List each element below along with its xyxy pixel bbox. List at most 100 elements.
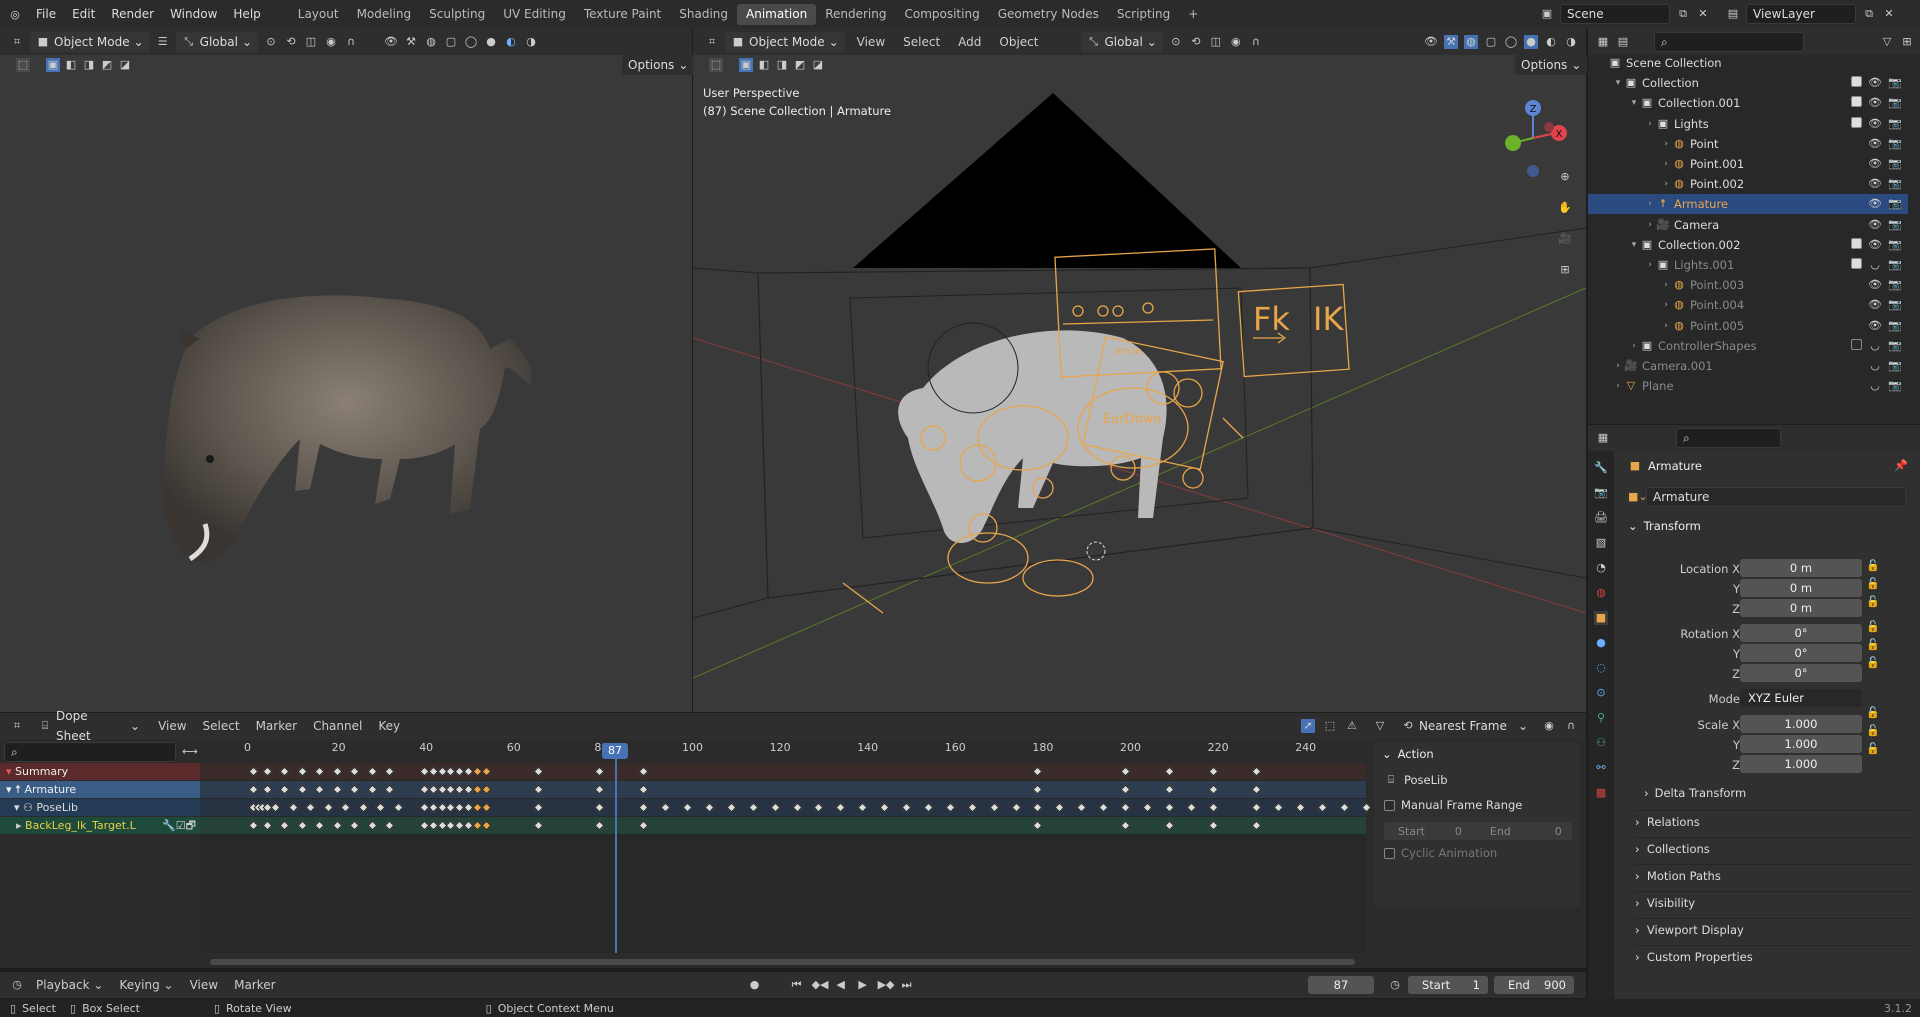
menu-view[interactable]: View [851, 35, 891, 49]
disclosure-icon[interactable]: › [1660, 139, 1672, 149]
outliner-row-armature[interactable]: › ☨ Armature 👁 📷 [1588, 194, 1908, 215]
keyframe-marker[interactable] [682, 802, 693, 813]
proportional-edit-icon[interactable]: ◉ [324, 35, 338, 49]
keyframe-marker[interactable] [1295, 802, 1306, 813]
lock-icon[interactable]: 🔓 [1866, 595, 1880, 609]
play-icon[interactable]: ▶ [856, 978, 870, 992]
keyframe-marker[interactable] [1273, 802, 1284, 813]
keyframe-marker[interactable] [297, 820, 307, 831]
lock-icon[interactable]: 🔓 [1866, 559, 1880, 573]
outliner-row-camera[interactable]: › 🎥 Camera 👁 📷 [1588, 215, 1908, 235]
xray-icon[interactable]: ▢ [1484, 35, 1498, 49]
lock-icon[interactable]: 🔓 [1866, 706, 1880, 720]
keyframe-marker[interactable] [481, 802, 491, 813]
menu-playback[interactable]: Playback ⌄ [32, 978, 107, 992]
disclosure-icon[interactable]: › [1612, 361, 1624, 371]
tab-compositing[interactable]: Compositing [895, 4, 988, 25]
outliner-row-camera-001[interactable]: › 🎥 Camera.001 ◡ 📷 [1588, 356, 1908, 376]
disclosure-icon[interactable]: › [1660, 300, 1672, 310]
keyframe-marker[interactable] [1164, 784, 1175, 795]
exclude-checkbox[interactable] [1851, 76, 1862, 88]
keyframe-marker[interactable] [314, 766, 325, 777]
lock-icon[interactable]: 🔓 [1866, 656, 1880, 670]
keyframe-marker[interactable] [1142, 802, 1153, 813]
start-frame-field[interactable]: Start 1 [1408, 976, 1488, 994]
scene-tab-icon[interactable]: ◔ [1594, 561, 1608, 575]
view-layer-icon[interactable]: ▤ [1726, 7, 1740, 21]
end-frame-field[interactable]: End 900 [1494, 976, 1574, 994]
hamburger-menu-icon[interactable]: ☰ [156, 35, 170, 49]
falloff-icon[interactable]: ∩ [344, 35, 358, 49]
visibility-eye-icon[interactable]: ◡ [1868, 339, 1882, 353]
exclude-checkbox[interactable] [1851, 338, 1862, 350]
tab-animation[interactable]: Animation [737, 4, 817, 25]
keyframe-marker[interactable] [349, 766, 360, 777]
menu-file[interactable]: File [28, 0, 64, 29]
solid-shading-icon[interactable]: ● [1524, 35, 1538, 49]
keyframe-marker[interactable] [1164, 802, 1175, 813]
keyframe-marker[interactable] [393, 802, 404, 813]
rotation-y-field[interactable]: 0° [1740, 644, 1862, 662]
keyframe-marker[interactable] [967, 802, 978, 813]
location-x-field[interactable]: 0 m [1740, 559, 1862, 577]
keyframe-marker[interactable] [1251, 784, 1262, 795]
visibility-eye-icon[interactable]: 👁 [1868, 278, 1882, 292]
keyframe-marker[interactable] [1098, 802, 1109, 813]
lock-icon[interactable]: 🔓 [1866, 742, 1880, 756]
editor-type-icon[interactable]: ▦ [1596, 35, 1610, 49]
menu-select[interactable]: Select [199, 719, 244, 733]
keyframe-marker[interactable] [270, 802, 281, 813]
snap-target-icon[interactable]: ◫ [1209, 35, 1223, 49]
render-camera-icon[interactable]: 📷 [1888, 96, 1902, 110]
proportional-edit-icon[interactable]: ◉ [1229, 35, 1243, 49]
keyframe-marker[interactable] [857, 802, 868, 813]
visibility-icon[interactable]: 👁 [384, 35, 398, 49]
tool-tab-icon[interactable]: 🔧 [1594, 461, 1608, 475]
keyframe-marker[interactable] [989, 802, 1000, 813]
outliner-row-point-004[interactable]: › ◍ Point.004 👁 📷 [1588, 295, 1908, 315]
visibility-eye-icon[interactable]: 👁 [1868, 319, 1882, 333]
channel-armature[interactable]: ▾ ☨ Armature [0, 781, 200, 798]
keyframe-marker[interactable] [332, 766, 343, 777]
proportional-edit-icon[interactable]: ◉ [1542, 719, 1556, 733]
blender-logo-icon[interactable]: ◎ [8, 8, 22, 22]
keyframe-marker[interactable] [770, 802, 781, 813]
object-name-field[interactable]: Armature [1646, 487, 1906, 507]
keyframe-marker[interactable] [349, 820, 360, 831]
keyframe-marker[interactable] [1208, 820, 1219, 831]
render-camera-icon[interactable]: 📷 [1888, 319, 1902, 333]
keyframe-marker[interactable] [533, 802, 544, 813]
lock-icon[interactable]: 🔓 [1866, 638, 1880, 652]
material-shading-icon[interactable]: ◐ [504, 35, 518, 49]
disclosure-icon[interactable]: › [1644, 199, 1656, 209]
channel-poselib[interactable]: ▾ ⚇ PoseLib [0, 799, 200, 816]
section-visibility[interactable]: › Visibility [1635, 891, 1915, 913]
keyframe-marker[interactable] [1317, 802, 1328, 813]
physics-tab-icon[interactable]: ⊙ [1594, 686, 1608, 700]
select-tool-icon[interactable]: ⬚ [16, 58, 30, 72]
disclosure-icon[interactable]: › [1628, 341, 1640, 351]
exclude-checkbox[interactable] [1851, 258, 1862, 269]
menu-marker[interactable]: Marker [230, 978, 279, 992]
visibility-eye-icon[interactable]: 👁 [1868, 177, 1882, 191]
object-data-icon[interactable]: ■⌄ [1628, 490, 1648, 504]
disclosure-icon[interactable]: ▾ [1628, 240, 1640, 250]
visibility-eye-icon[interactable]: ◡ [1868, 359, 1882, 373]
keyframe-marker[interactable] [594, 766, 605, 777]
cyclic-checkbox[interactable]: Cyclic Animation [1384, 846, 1497, 860]
render-tab-icon[interactable]: 📷 [1594, 486, 1608, 500]
outliner-search-input[interactable]: ⌕ [1654, 32, 1804, 52]
render-camera-icon[interactable]: 📷 [1888, 379, 1902, 393]
select-mode-new-icon[interactable]: ▣ [46, 58, 60, 72]
keyframe-marker[interactable] [638, 820, 649, 831]
keyframe-marker[interactable] [1251, 820, 1262, 831]
main-viewport[interactable]: ⌗ ■ Object Mode ⌄ View Select Add Object ⤡… [693, 29, 1588, 712]
keyframe-marker[interactable] [1054, 802, 1065, 813]
keyframe-marker[interactable] [660, 802, 671, 813]
disclosure-icon[interactable]: ▾ [1628, 98, 1640, 108]
keyframe-marker[interactable] [358, 802, 369, 813]
keyframe-marker[interactable] [323, 802, 334, 813]
snap-icon[interactable]: ⟲ [1189, 35, 1203, 49]
snap-icon[interactable]: ⟲ [284, 35, 298, 49]
visibility-eye-icon[interactable]: 👁 [1868, 96, 1882, 110]
